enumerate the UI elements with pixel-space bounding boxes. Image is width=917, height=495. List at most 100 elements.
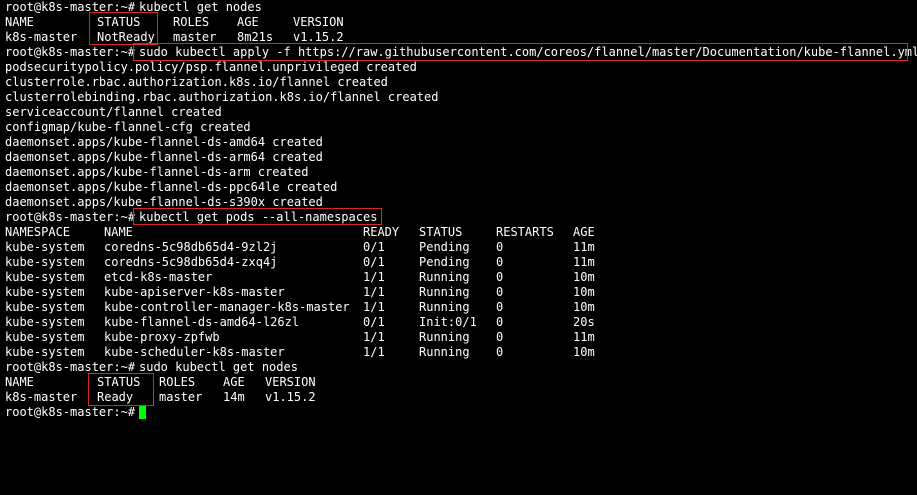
pod-restarts: 0 <box>496 270 504 284</box>
shell-prompt: root@k8s-master:~# <box>5 405 143 419</box>
header-version: VERSION <box>293 15 344 29</box>
output-line: podsecuritypolicy.policy/psp.flannel.unp… <box>5 60 417 74</box>
pod-status: Running <box>419 330 470 344</box>
nodes-table-row: k8s-master Ready master 14m v1.15.2 <box>5 390 316 405</box>
pod-status: Running <box>419 270 470 284</box>
table-row: kube-system kube-flannel-ds-amd64-l26zl … <box>5 315 595 330</box>
pod-name: kube-controller-manager-k8s-master <box>104 300 350 314</box>
shell-prompt: root@k8s-master:~# <box>5 0 143 14</box>
pod-ready: 0/1 <box>363 255 385 269</box>
pod-restarts: 0 <box>496 300 504 314</box>
pod-ready: 1/1 <box>363 300 385 314</box>
header-age: AGE <box>223 375 245 389</box>
header-status: STATUS <box>97 375 141 389</box>
header-ready: READY <box>363 225 400 239</box>
output-line: clusterrole.rbac.authorization.k8s.io/fl… <box>5 75 388 89</box>
header-status: STATUS <box>419 225 463 239</box>
pod-ready: 1/1 <box>363 270 385 284</box>
output-line: daemonset.apps/kube-flannel-ds-ppc64le c… <box>5 180 338 194</box>
pod-name: kube-flannel-ds-amd64-l26zl <box>104 315 300 329</box>
header-restarts: RESTARTS <box>496 225 554 239</box>
header-name: NAME <box>104 225 133 239</box>
output-line: configmap/kube-flannel-cfg created <box>5 120 251 134</box>
header-status: STATUS <box>97 15 141 29</box>
pod-namespace: kube-system <box>5 285 85 299</box>
output-line: daemonset.apps/kube-flannel-ds-amd64 cre… <box>5 135 323 149</box>
pod-name: kube-apiserver-k8s-master <box>104 285 285 299</box>
command-text: sudo kubectl get nodes <box>139 360 298 374</box>
pod-status: Pending <box>419 240 470 254</box>
command-line: root@k8s-master:~# kubectl get nodes <box>5 0 262 15</box>
shell-prompt: root@k8s-master:~# <box>5 210 143 224</box>
header-name: NAME <box>5 15 34 29</box>
command-line: root@k8s-master:~# kubectl get pods --al… <box>5 210 377 225</box>
header-age: AGE <box>573 225 595 239</box>
command-text: sudo kubectl apply -f https://raw.github… <box>139 45 917 59</box>
pod-status: Running <box>419 345 470 359</box>
command-text: kubectl get nodes <box>139 0 262 14</box>
table-row: kube-system coredns-5c98db65d4-9zl2j 0/1… <box>5 240 595 255</box>
pod-name: kube-scheduler-k8s-master <box>104 345 285 359</box>
command-line: root@k8s-master:~# sudo kubectl apply -f… <box>5 45 917 60</box>
table-row: kube-system kube-scheduler-k8s-master 1/… <box>5 345 595 360</box>
output-line: daemonset.apps/kube-flannel-ds-s390x cre… <box>5 195 323 209</box>
header-age: AGE <box>237 15 259 29</box>
pod-namespace: kube-system <box>5 345 85 359</box>
header-name: NAME <box>5 375 34 389</box>
header-namespace: NAMESPACE <box>5 225 71 239</box>
pod-status: Running <box>419 285 470 299</box>
nodes-table-header: NAME STATUS ROLES AGE VERSION <box>5 375 316 390</box>
pod-restarts: 0 <box>496 330 504 344</box>
table-row: kube-system kube-controller-manager-k8s-… <box>5 300 595 315</box>
pod-ready: 0/1 <box>363 315 385 329</box>
node-name: k8s-master <box>5 390 78 404</box>
terminal-window[interactable]: root@k8s-master:~# kubectl get nodes NAM… <box>0 0 917 431</box>
pod-name: coredns-5c98db65d4-9zl2j <box>104 240 278 254</box>
header-version: VERSION <box>265 375 316 389</box>
pod-namespace: kube-system <box>5 255 85 269</box>
output-line: daemonset.apps/kube-flannel-ds-arm64 cre… <box>5 150 323 164</box>
node-age: 8m21s <box>237 30 274 44</box>
table-row: kube-system kube-proxy-zpfwb 1/1 Running… <box>5 330 595 345</box>
node-version: v1.15.2 <box>265 390 316 404</box>
table-row: kube-system etcd-k8s-master 1/1 Running … <box>5 270 595 285</box>
shell-prompt: root@k8s-master:~# <box>5 360 143 374</box>
nodes-table-header: NAME STATUS ROLES AGE VERSION <box>5 15 344 30</box>
node-roles: master <box>159 390 203 404</box>
pod-age: 10m <box>573 270 595 284</box>
pod-ready: 1/1 <box>363 285 385 299</box>
pod-restarts: 0 <box>496 285 504 299</box>
pod-namespace: kube-system <box>5 330 85 344</box>
nodes-table-row: k8s-master NotReady master 8m21s v1.15.2 <box>5 30 344 45</box>
pod-status: Running <box>419 300 470 314</box>
pod-age: 10m <box>573 345 595 359</box>
pod-status: Pending <box>419 255 470 269</box>
pod-ready: 0/1 <box>363 240 385 254</box>
pod-age: 20s <box>573 315 595 329</box>
node-age: 14m <box>223 390 245 404</box>
pod-namespace: kube-system <box>5 270 85 284</box>
command-text: kubectl get pods --all-namespaces <box>139 210 378 224</box>
table-row: kube-system coredns-5c98db65d4-zxq4j 0/1… <box>5 255 595 270</box>
pod-age: 10m <box>573 285 595 299</box>
pod-age: 10m <box>573 300 595 314</box>
table-row: kube-system kube-apiserver-k8s-master 1/… <box>5 285 595 300</box>
node-name: k8s-master <box>5 30 78 44</box>
output-line: clusterrolebinding.rbac.authorization.k8… <box>5 90 439 104</box>
pod-age: 11m <box>573 330 595 344</box>
pod-name: coredns-5c98db65d4-zxq4j <box>104 255 278 269</box>
pod-ready: 1/1 <box>363 345 385 359</box>
header-roles: ROLES <box>159 375 196 389</box>
pod-restarts: 0 <box>496 240 504 254</box>
pods-table-header: NAMESPACE NAME READY STATUS RESTARTS AGE <box>5 225 595 240</box>
pod-namespace: kube-system <box>5 240 85 254</box>
text-cursor[interactable] <box>139 406 146 419</box>
pod-namespace: kube-system <box>5 300 85 314</box>
pod-restarts: 0 <box>496 255 504 269</box>
command-line[interactable]: root@k8s-master:~# <box>5 405 135 420</box>
pod-namespace: kube-system <box>5 315 85 329</box>
node-roles: master <box>173 30 217 44</box>
header-roles: ROLES <box>173 15 210 29</box>
pod-name: kube-proxy-zpfwb <box>104 330 220 344</box>
pod-age: 11m <box>573 255 595 269</box>
